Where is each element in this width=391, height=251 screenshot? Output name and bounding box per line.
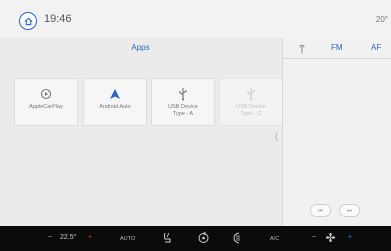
tile-label: USB Device Type - C	[236, 104, 266, 117]
infotainment-screen: 19:46 20° Apps AppleCarPlay Android Auto	[0, 0, 391, 251]
seek-forward-button[interactable]: ⏭	[339, 204, 360, 217]
radio-panel: FM AF ⏮ ⏭	[282, 38, 391, 226]
tile-label: USB Device Type - A	[168, 104, 198, 117]
seek-back-icon: ⏮	[318, 207, 323, 214]
fan-icon	[326, 233, 335, 242]
android-auto-tile[interactable]: Android Auto	[83, 78, 147, 126]
home-icon	[24, 17, 32, 25]
outside-temperature: 20°	[375, 15, 388, 24]
apps-panel: Apps AppleCarPlay Android Auto USB Devic…	[0, 38, 283, 226]
ac-button[interactable]: A/C	[270, 236, 279, 242]
heated-seat-icon[interactable]	[162, 232, 172, 244]
usb-type-c-tile: USB Device Type - C	[219, 78, 283, 126]
band-fm-tab[interactable]: FM	[331, 43, 343, 52]
af-toggle[interactable]: AF	[371, 43, 381, 52]
driver-temperature: 22.5°	[60, 234, 77, 241]
auto-climate-button[interactable]: AUTO	[120, 236, 135, 242]
antenna-icon	[299, 44, 305, 54]
usb-icon	[179, 88, 187, 101]
android-auto-icon	[110, 89, 120, 99]
fan-up-button[interactable]: +	[348, 234, 352, 241]
climate-bar: − 22.5° + AUTO A/C − +	[0, 226, 391, 251]
divider	[283, 58, 391, 59]
usb-icon	[247, 88, 255, 101]
fan-down-button[interactable]: −	[312, 234, 316, 241]
home-button[interactable]	[19, 12, 37, 30]
seek-back-button[interactable]: ⏮	[310, 204, 331, 217]
defrost-icon[interactable]	[231, 232, 241, 244]
carplay-icon	[40, 88, 52, 100]
apple-carplay-tile[interactable]: AppleCarPlay	[14, 78, 78, 126]
seek-forward-icon: ⏭	[347, 207, 352, 214]
driver-temp-up-button[interactable]: +	[88, 234, 92, 241]
tile-label: Android Auto	[99, 104, 131, 110]
clock: 19:46	[44, 13, 72, 25]
apps-title: Apps	[131, 43, 150, 52]
driver-temp-down-button[interactable]: −	[48, 234, 52, 241]
status-bar: 19:46 20°	[0, 0, 391, 39]
panel-collapse-handle[interactable]: (	[275, 131, 278, 141]
recirculation-icon[interactable]	[197, 231, 210, 245]
usb-type-a-tile[interactable]: USB Device Type - A	[151, 78, 215, 126]
tile-label: AppleCarPlay	[29, 104, 63, 110]
